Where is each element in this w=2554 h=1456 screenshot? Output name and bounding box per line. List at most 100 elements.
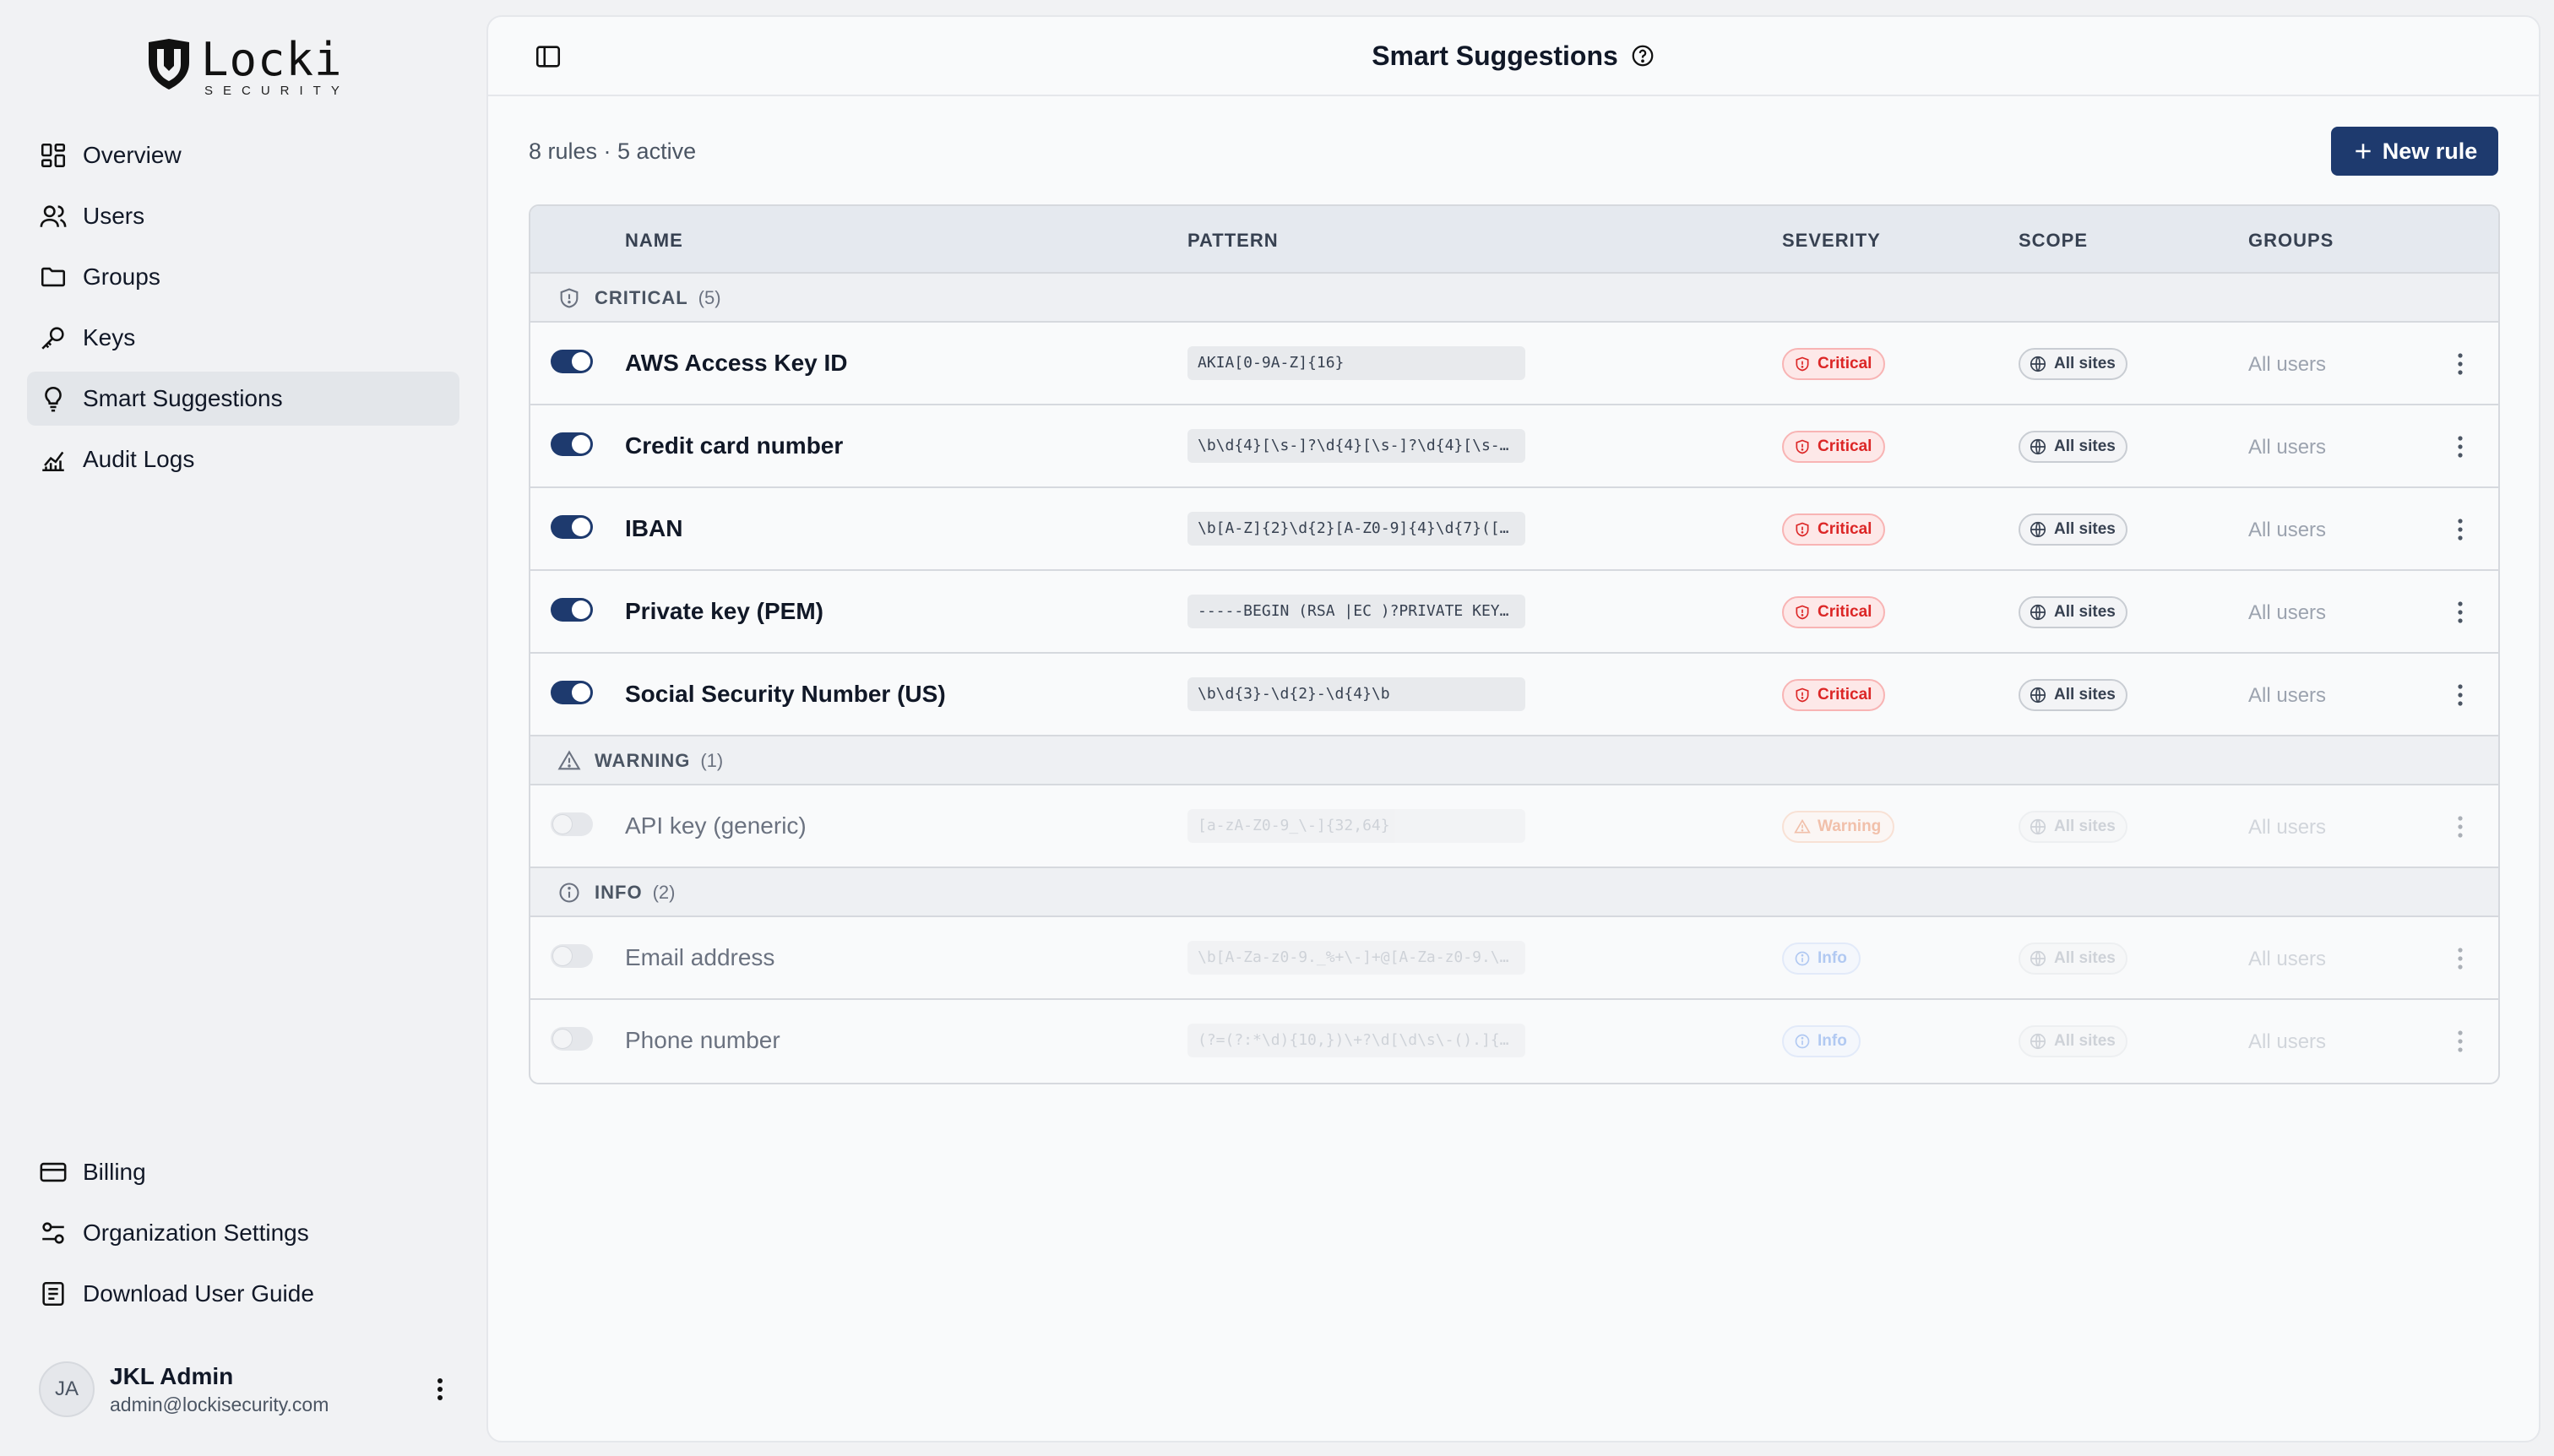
info-circle-icon [1794,950,1818,967]
severity-label: Warning [1818,818,1882,835]
column-header-groups[interactable]: GROUPS [2248,230,2334,252]
nav-item-users[interactable]: Users [27,189,459,243]
table-row[interactable]: Phone number (?=(?:*\d){10,})\+?\d[\d\s\-… [530,1000,2498,1083]
globe-icon [2030,818,2046,835]
scope-chip[interactable]: All sites [2019,1025,2127,1057]
table-row[interactable]: Email address \b[A-Za-z0-9._%+\-]+@[A-Za-… [530,917,2498,1000]
nav-label: Keys [83,324,136,350]
rule-enabled-toggle[interactable] [551,944,593,968]
severity-label: Critical [1818,686,1872,704]
severity-badge: Critical [1782,431,1886,463]
sidebar-toggle-icon[interactable] [534,42,562,71]
scope-label: All sites [2054,818,2116,835]
group-title: CRITICAL [595,287,688,308]
row-actions-button[interactable] [2448,944,2473,973]
globe-icon [2030,687,2046,704]
brand-logo[interactable]: Locki SECURITY [145,37,350,97]
rule-enabled-toggle[interactable] [551,598,593,622]
row-actions-button[interactable] [2448,350,2473,378]
rule-enabled-toggle[interactable] [551,812,593,836]
table-row[interactable]: AWS Access Key ID AKIA[0-9A-Z]{16} Critica… [530,323,2498,405]
rule-pattern: AKIA[0-9A-Z]{16} [1187,346,1525,380]
column-header-name[interactable]: NAME [625,230,683,252]
chart-icon [42,451,64,472]
globe-icon [2030,521,2046,538]
table-row[interactable]: Social Security Number (US) \b\d{3}-\d{2}… [530,654,2498,736]
table-row[interactable]: IBAN \b[A-Z]{2}\d{2}[A-Z0-9]{4}\d{7}([A-Z… [530,488,2498,571]
nav-item-keys[interactable]: Keys [27,311,459,365]
group-header-info: INFO (2) [530,868,2498,917]
nav-item-overview[interactable]: Overview [27,128,459,182]
info-circle-icon [1794,1033,1818,1050]
severity-label: Info [1818,949,1847,967]
user-name: JKL Admin [110,1362,234,1389]
rule-enabled-toggle[interactable] [551,432,593,456]
column-header-severity[interactable]: SEVERITY [1782,230,1881,252]
table-row[interactable]: Credit card number \b\d{4}[\s-]?\d{4}[\s-… [530,405,2498,488]
scope-chip[interactable]: All sites [2019,513,2127,546]
rule-pattern: \b[A-Z]{2}\d{2}[A-Z0-9]{4}\d{7}([A-Z... [1187,512,1525,546]
row-actions-button[interactable] [2448,1027,2473,1056]
group-count: (1) [700,750,724,771]
rule-enabled-toggle[interactable] [551,515,593,539]
nav-item-smart-suggestions[interactable]: Smart Suggestions [27,372,459,426]
rule-groups: All users [2248,436,2327,459]
nav-label: Billing [83,1159,146,1185]
user-menu-button[interactable] [427,1372,453,1406]
nav-item-groups[interactable]: Groups [27,250,459,304]
kebab-menu-icon [2458,948,2463,970]
lightbulb-icon [45,386,62,412]
group-header-critical: CRITICAL (5) [530,274,2498,323]
scope-label: All sites [2054,686,2116,704]
nav-item-audit-logs[interactable]: Audit Logs [27,432,459,486]
row-actions-button[interactable] [2448,681,2473,709]
kebab-menu-icon [2458,436,2463,458]
user-card[interactable]: JA JKL Admin admin@lockisecurity.com [39,1360,453,1419]
severity-label: Critical [1818,355,1872,372]
rule-groups: All users [2248,684,2327,707]
nav-item-download-user-guide[interactable]: Download User Guide [27,1267,459,1321]
scope-chip[interactable]: All sites [2019,348,2127,380]
nav-item-organization-settings[interactable]: Organization Settings [27,1206,459,1260]
rule-pattern: \b[A-Za-z0-9._%+\-]+@[A-Za-z0-9.\-]... [1187,941,1525,975]
globe-icon [2030,356,2046,372]
new-rule-button[interactable]: New rule [2331,127,2498,176]
table-row[interactable]: API key (generic) [a-zA-Z0-9_\-]{32,64} Wa… [530,785,2498,868]
scope-chip[interactable]: All sites [2019,679,2127,711]
rule-name: Email address [625,944,775,970]
summary-row: 8 rules · 5 active New rule [529,127,2498,181]
row-actions-button[interactable] [2448,812,2473,841]
nav-item-billing[interactable]: Billing [27,1145,459,1199]
scope-label: All sites [2054,520,2116,538]
rule-pattern: \b\d{3}-\d{2}-\d{4}\b [1187,677,1525,711]
rule-groups: All users [2248,816,2327,839]
row-actions-button[interactable] [2448,432,2473,461]
severity-label: Critical [1818,520,1872,538]
scope-chip[interactable]: All sites [2019,596,2127,628]
rule-name: Credit card number [625,432,844,459]
severity-badge: Critical [1782,348,1886,380]
rule-enabled-toggle[interactable] [551,681,593,704]
scope-chip[interactable]: All sites [2019,811,2127,843]
rule-enabled-toggle[interactable] [551,350,593,373]
rule-name: Social Security Number (US) [625,681,946,707]
nav-label: Smart Suggestions [83,385,283,411]
rule-enabled-toggle[interactable] [551,1027,593,1051]
severity-badge: Warning [1782,811,1895,843]
rule-groups: All users [2248,601,2327,624]
nav-label: Users [83,203,145,229]
key-icon [41,327,64,350]
severity-label: Critical [1818,603,1872,621]
document-icon [42,1281,64,1307]
help-circle-icon[interactable] [1630,43,1655,68]
severity-badge: Info [1782,1025,1861,1057]
scope-chip[interactable]: All sites [2019,943,2127,975]
table-row[interactable]: Private key (PEM) -----BEGIN (RSA |EC )?P… [530,571,2498,654]
column-header-pattern[interactable]: PATTERN [1187,230,1279,252]
table-body: CRITICAL (5) AWS Access Key ID AKIA[0-9A-Z]… [530,274,2498,1083]
row-actions-button[interactable] [2448,515,2473,544]
row-actions-button[interactable] [2448,598,2473,627]
shield-alert-icon [1794,604,1818,621]
scope-chip[interactable]: All sites [2019,431,2127,463]
column-header-scope[interactable]: SCOPE [2019,230,2088,252]
